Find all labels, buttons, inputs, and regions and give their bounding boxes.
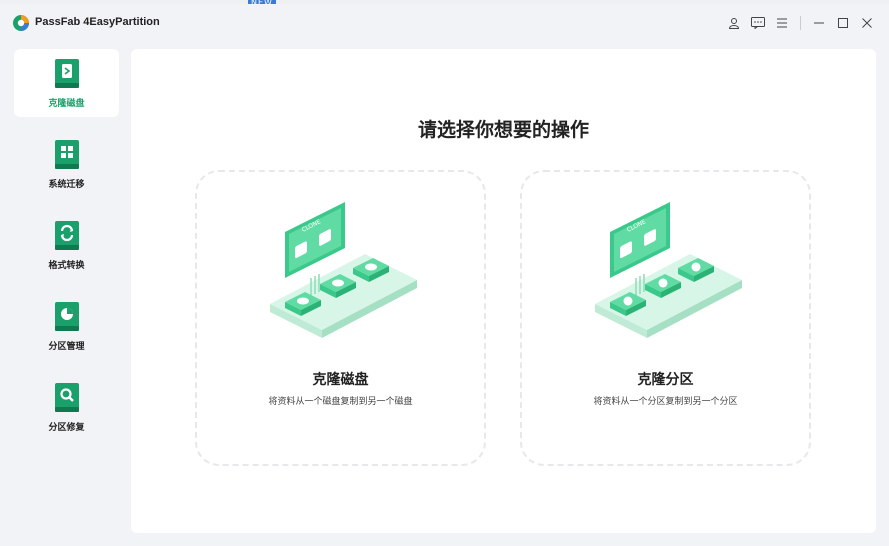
clone-disk-icon [54,58,79,88]
app-window: PassFab 4EasyPartition 克隆磁盘 系统迁移 格式转换 分区… [0,4,889,546]
sidebar-item-label: 分区修复 [48,422,85,433]
sidebar: 克隆磁盘 系统迁移 格式转换 分区管理 分区修复 [14,49,119,454]
card-description: 将资料从一个分区复制到另一个分区 [593,397,738,407]
app-title: PassFab 4EasyPartition [35,16,160,28]
page-title: 请选择你想要的操作 [417,119,589,141]
toolbar-divider [800,16,801,30]
feedback-icon[interactable] [746,13,770,33]
partition-repair-icon [54,382,79,412]
main-panel: 请选择你想要的操作 CLONE 克隆磁盘 将资料从一个磁盘复制到另一个磁盘 CL… [131,49,876,533]
card-title: 克隆分区 [637,372,694,388]
partition-manage-icon [54,301,79,331]
user-icon[interactable] [722,13,746,33]
sidebar-item-partition-repair[interactable]: 分区修复 [14,373,119,441]
title-bar: PassFab 4EasyPartition [0,4,889,40]
card-title: 克隆磁盘 [312,372,369,388]
close-icon[interactable] [855,13,879,33]
menu-icon[interactable] [770,13,794,33]
clone-partition-illustration: CLONE [595,202,742,338]
clone-disk-card[interactable]: CLONE 克隆磁盘 将资料从一个磁盘复制到另一个磁盘 [195,170,486,466]
sidebar-item-label: 分区管理 [48,341,85,352]
card-description: 将资料从一个磁盘复制到另一个磁盘 [268,397,413,407]
sidebar-item-label: 克隆磁盘 [48,98,85,109]
sidebar-item-label: 系统迁移 [48,179,85,190]
clone-partition-card[interactable]: CLONE 克隆分区 将资料从一个分区复制到另一个分区 [520,170,811,466]
format-convert-icon [54,220,79,250]
maximize-icon[interactable] [831,13,855,33]
sidebar-item-clone-disk[interactable]: 克隆磁盘 [14,49,119,117]
sidebar-item-system-migrate[interactable]: 系统迁移 [14,130,119,198]
sidebar-item-format-convert[interactable]: 格式转换 [14,211,119,279]
system-migrate-icon [54,139,79,169]
sidebar-item-partition-manage[interactable]: 分区管理 [14,292,119,360]
minimize-icon[interactable] [807,13,831,33]
clone-disk-illustration: CLONE [270,202,417,338]
sidebar-item-label: 格式转换 [48,260,85,271]
app-logo-icon [13,15,29,31]
window-controls [722,13,879,33]
